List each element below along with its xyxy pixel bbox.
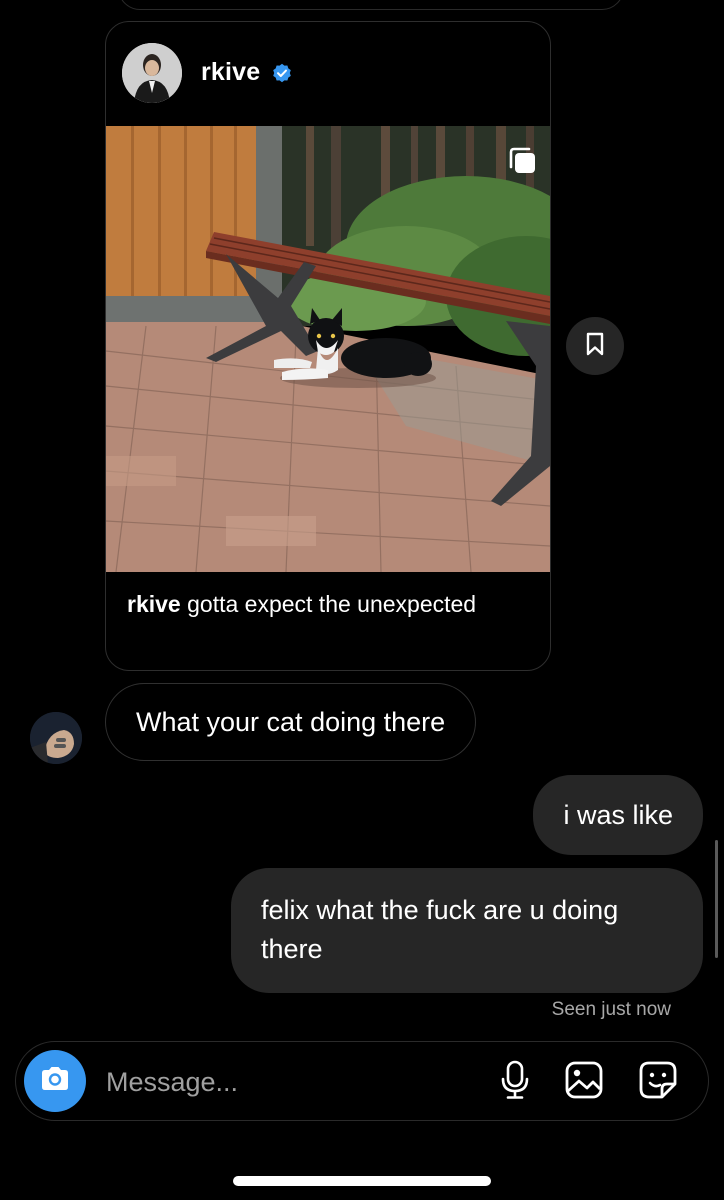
save-button[interactable]	[566, 317, 624, 375]
save-icon	[582, 331, 608, 362]
post-author-username[interactable]: rkive	[201, 58, 260, 87]
message-bubble-incoming[interactable]: What your cat doing there	[105, 683, 477, 761]
gallery-icon	[564, 1060, 604, 1105]
verified-icon	[272, 63, 292, 83]
voice-message-button[interactable]	[493, 1060, 537, 1104]
message-text: What your cat doing there	[136, 706, 446, 737]
seen-status: Seen just now	[551, 999, 671, 1020]
microphone-icon	[498, 1060, 532, 1105]
message-composer	[15, 1041, 709, 1122]
caption-username[interactable]: rkive	[127, 591, 181, 617]
message-text: i was like	[563, 799, 673, 830]
shared-post-card[interactable]: rkive rkive gotta expect the unexpected	[105, 21, 551, 671]
camera-button[interactable]	[24, 1050, 86, 1112]
post-header[interactable]: rkive	[106, 22, 550, 126]
message-bubble-outgoing[interactable]: felix what the fuck are u doing there	[231, 868, 703, 993]
message-bubble-outgoing[interactable]: i was like	[533, 775, 703, 855]
home-indicator[interactable]	[233, 1176, 491, 1186]
message-text: felix what the fuck are u doing there	[261, 895, 619, 964]
sender-avatar[interactable]	[30, 712, 82, 764]
post-caption: rkive gotta expect the unexpected	[127, 589, 527, 620]
post-image[interactable]	[106, 126, 550, 572]
carousel-icon	[506, 144, 540, 178]
previous-message-bubble	[118, 0, 624, 10]
sticker-icon	[638, 1060, 678, 1105]
message-input[interactable]	[104, 1042, 478, 1122]
gallery-button[interactable]	[562, 1060, 606, 1104]
sticker-button[interactable]	[636, 1060, 680, 1104]
post-author-avatar[interactable]	[122, 43, 182, 103]
scrollbar[interactable]	[715, 840, 718, 958]
camera-icon	[38, 1062, 72, 1101]
caption-text: gotta expect the unexpected	[187, 591, 477, 617]
